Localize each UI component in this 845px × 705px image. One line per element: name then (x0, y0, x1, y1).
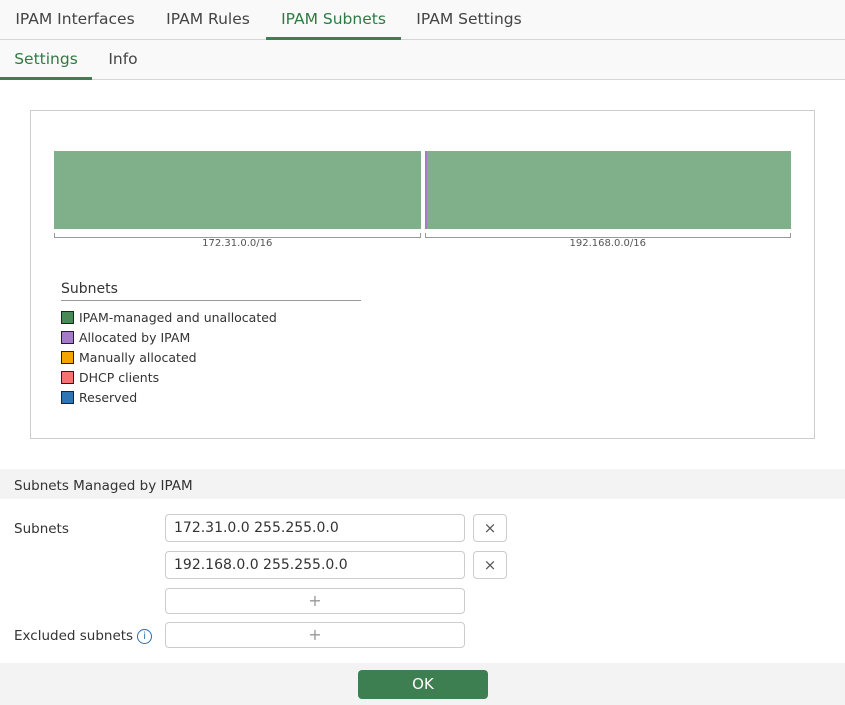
subnets-label: Subnets (14, 521, 69, 537)
ok-button[interactable]: OK (358, 670, 488, 699)
remove-subnet-1-button[interactable]: × (473, 514, 507, 542)
excluded-subnets-label: Excluded subnets i (14, 628, 153, 644)
legend-label: DHCP clients (79, 369, 160, 385)
legend-swatch (61, 370, 74, 384)
bar-label: 172.31.0.0/16 (202, 238, 273, 249)
tab-settings[interactable]: Settings (0, 40, 92, 80)
bar-label: 192.168.0.0/16 (569, 238, 647, 249)
tab-ipam-interfaces[interactable]: IPAM Interfaces (0, 0, 150, 40)
legend-swatch (61, 390, 74, 404)
legend-item: Reserved (61, 387, 361, 407)
info-icon[interactable]: i (137, 629, 153, 644)
legend-item: Allocated by IPAM (61, 327, 361, 347)
legend-label: Manually allocated (79, 349, 197, 365)
legend-title: Subnets (61, 281, 361, 301)
remove-subnet-2-button[interactable]: × (473, 551, 507, 579)
legend-swatch (61, 310, 74, 324)
main-tabs: IPAM Interfaces IPAM Rules IPAM Subnets … (0, 0, 845, 40)
close-icon: × (483, 556, 497, 574)
legend-item: IPAM-managed and unallocated (61, 307, 361, 327)
tab-ipam-settings[interactable]: IPAM Settings (401, 0, 537, 40)
tab-ipam-rules[interactable]: IPAM Rules (150, 0, 266, 40)
legend-label: Allocated by IPAM (79, 329, 191, 345)
bar-unallocated[interactable] (426, 151, 791, 229)
legend-label: IPAM-managed and unallocated (79, 309, 277, 325)
tab-info[interactable]: Info (92, 40, 154, 80)
legend-swatch (61, 330, 74, 344)
sub-tabs: Settings Info (0, 40, 845, 80)
subnet-usage-chart: 172.31.0.0/16 192.168.0.0/16 Subnets IPAM… (30, 110, 815, 439)
footer: OK (0, 663, 845, 705)
plus-icon: + (308, 591, 322, 610)
bar-unallocated[interactable] (54, 151, 421, 229)
section-header: Subnets Managed by IPAM (0, 469, 845, 499)
excluded-subnets-text: Excluded subnets (14, 628, 134, 644)
legend-item: Manually allocated (61, 347, 361, 367)
close-icon: × (483, 519, 497, 537)
legend-label: Reserved (79, 389, 138, 405)
subnet-input-1[interactable]: 172.31.0.0 255.255.0.0 (165, 514, 465, 542)
legend-swatch (61, 350, 74, 364)
legend: Subnets IPAM-managed and unallocated Allo… (61, 281, 361, 407)
subnet-input-2[interactable]: 192.168.0.0 255.255.0.0 (165, 551, 465, 579)
plus-icon: + (308, 625, 322, 644)
add-excluded-subnet-button[interactable]: + (165, 622, 465, 648)
tab-ipam-subnets[interactable]: IPAM Subnets (266, 0, 401, 40)
add-subnet-button[interactable]: + (165, 588, 465, 614)
legend-item: DHCP clients (61, 367, 361, 387)
